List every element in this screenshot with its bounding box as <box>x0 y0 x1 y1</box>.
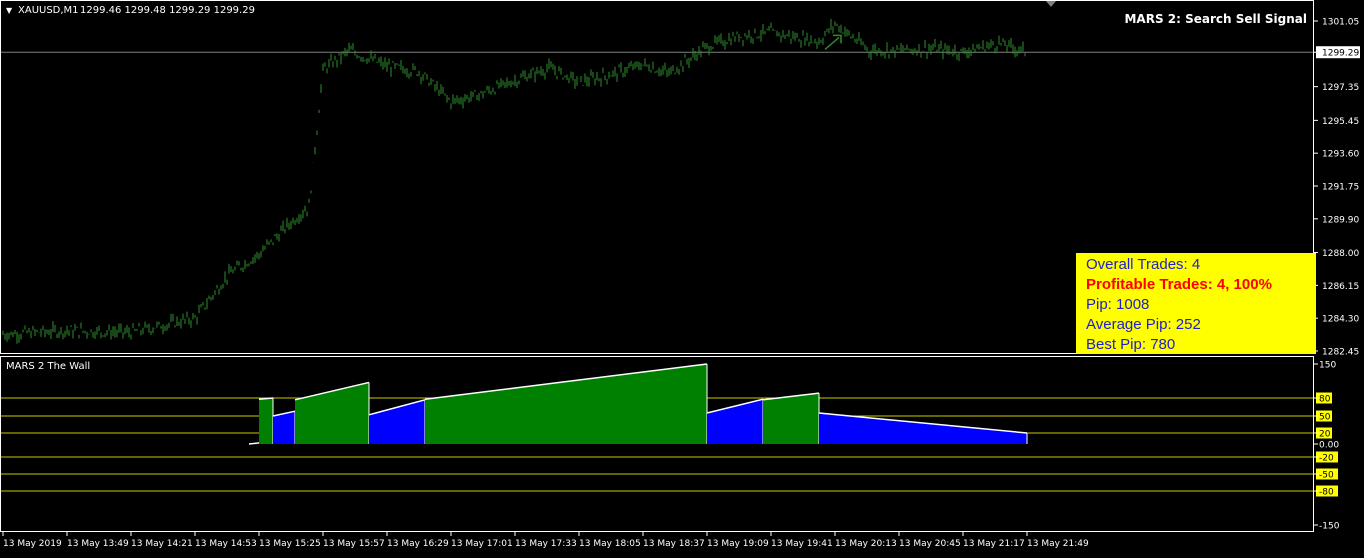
histogram-segment <box>369 399 425 444</box>
time-tick-label: 13 May 16:29 <box>387 539 449 549</box>
time-tick-label: 13 May 15:25 <box>259 539 321 549</box>
price-tick-label: 1291.75 <box>1322 183 1359 193</box>
time-tick-label: 13 May 13:49 <box>67 539 129 549</box>
signal-title: MARS 2: Search Sell Signal <box>1124 12 1307 26</box>
histogram-segment <box>259 398 273 444</box>
profitable-trades: Profitable Trades: 4, 100% <box>1086 276 1272 293</box>
time-tick-label: 13 May 17:01 <box>451 539 513 549</box>
indicator-tick-label: 80 <box>1319 395 1331 405</box>
histogram-segment <box>273 411 295 444</box>
indicator-tick-label: 150 <box>1319 361 1336 371</box>
price-tick-label: 1295.45 <box>1322 117 1359 127</box>
time-tick-label: 13 May 18:05 <box>579 539 641 549</box>
time-tick-label: 13 May 2019 <box>3 539 62 549</box>
time-tick-label: 13 May 18:37 <box>643 539 705 549</box>
price-tick-label: 1299.29 <box>1322 49 1359 59</box>
header-arrow-icon[interactable]: ▼ <box>6 6 13 15</box>
price-tick-label: 1289.90 <box>1322 215 1359 225</box>
histogram-lead-in <box>248 442 260 445</box>
time-tick-label: 13 May 19:41 <box>771 539 833 549</box>
price-tick-label: 1297.35 <box>1322 83 1359 93</box>
price-tick-label: 1282.45 <box>1322 348 1359 358</box>
price-tick-label: 1286.15 <box>1322 282 1359 292</box>
sell-arrow-icon <box>824 34 842 50</box>
trading-terminal: 1301.05 1299.29 1297.35 1295.45 1293.60 1291.… <box>0 0 1364 558</box>
indicator-tick-label: -150 <box>1319 522 1340 532</box>
indicator-tick-label: -80 <box>1319 488 1334 498</box>
time-tick-label: 13 May 21:17 <box>963 539 1025 549</box>
time-tick-label: 13 May 15:57 <box>323 539 385 549</box>
time-axis: 13 May 2019 13 May 13:49 13 May 14:21 13 Ma… <box>2 532 1089 549</box>
trade-stats-box: Overall Trades: 4 Profitable Trades: 4, … <box>1076 253 1316 354</box>
indicator-axis: 150 80 50 200.00 -20 -50 -80 -150 <box>1314 361 1340 532</box>
indicator-tick-label: 0.00 <box>1319 441 1339 451</box>
price-tick-label: 1293.60 <box>1322 150 1359 160</box>
pip-total: Pip: 1008 <box>1086 296 1150 313</box>
indicator-histogram <box>1 363 1313 492</box>
time-tick-label: 13 May 17:33 <box>515 539 577 549</box>
price-tick-label: 1288.00 <box>1322 249 1359 259</box>
average-pip: Average Pip: 252 <box>1086 316 1201 333</box>
shift-marker-icon[interactable] <box>1046 1 1056 7</box>
indicator-tick-label: 50 <box>1319 413 1331 423</box>
symbol-label: XAUUSD,M1 <box>18 5 79 16</box>
time-tick-label: 13 May 14:53 <box>195 539 257 549</box>
time-tick-label: 13 May 20:45 <box>899 539 961 549</box>
histogram-segment <box>763 393 819 444</box>
time-tick-label: 13 May 19:09 <box>707 539 769 549</box>
price-tick-label: 1284.30 <box>1322 315 1359 325</box>
price-series <box>2 18 1026 344</box>
histogram-segment <box>425 364 707 444</box>
indicator-tick-label: 20 <box>1319 430 1331 440</box>
overall-trades: Overall Trades: 4 <box>1086 256 1201 273</box>
histogram-segment <box>819 413 1027 444</box>
indicator-tick-label: -50 <box>1319 471 1334 481</box>
indicator-tick-label: -20 <box>1319 454 1334 464</box>
time-tick-label: 13 May 20:13 <box>835 539 897 549</box>
time-tick-label: 13 May 21:49 <box>1027 539 1089 549</box>
price-tick-label: 1301.05 <box>1322 18 1359 28</box>
time-tick-label: 13 May 14:21 <box>131 539 193 549</box>
ohlc-label: 1299.46 1299.48 1299.29 1299.29 <box>80 5 255 16</box>
indicator-name: MARS 2 The Wall <box>6 361 90 372</box>
best-pip: Best Pip: 780 <box>1086 336 1176 353</box>
